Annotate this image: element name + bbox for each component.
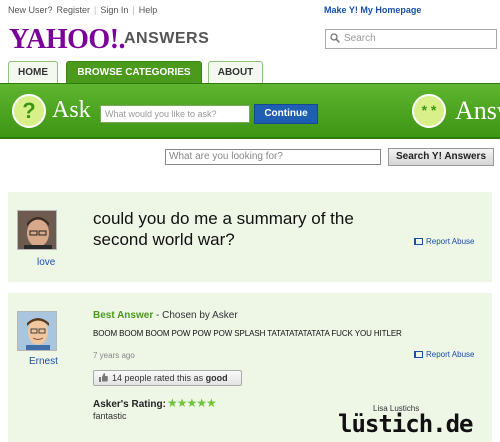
tab-about[interactable]: ABOUT bbox=[208, 61, 263, 83]
make-homepage-link[interactable]: Make Y! My Homepage bbox=[324, 5, 421, 15]
report-abuse-link[interactable]: Report Abuse bbox=[414, 237, 474, 246]
avatar[interactable] bbox=[17, 311, 57, 351]
tab-browse-categories[interactable]: BROWSE CATEGORIES bbox=[66, 61, 202, 83]
answerer-name-link[interactable]: Ernest bbox=[29, 356, 58, 367]
thumbs-up-icon bbox=[99, 373, 108, 382]
rating-button[interactable]: 14 people rated this as good bbox=[93, 370, 242, 386]
answer-label: Answ bbox=[455, 96, 500, 125]
top-search-placeholder: Search bbox=[344, 33, 376, 44]
search-answers-button[interactable]: Search Y! Answers bbox=[388, 148, 494, 166]
flag-icon bbox=[414, 238, 423, 245]
chosen-by-text: - Chosen by Asker bbox=[153, 310, 238, 321]
search-icon bbox=[330, 33, 340, 46]
best-answer-heading: Best Answer - Chosen by Asker bbox=[93, 310, 238, 321]
rated-value: good bbox=[205, 373, 228, 383]
report-abuse-link[interactable]: Report Abuse bbox=[414, 350, 474, 359]
rated-count-text: 14 people rated this as bbox=[112, 373, 206, 383]
askers-rating-label: Asker's Rating: bbox=[93, 399, 166, 410]
new-user-text: New User? bbox=[8, 5, 53, 15]
report-abuse-label: Report Abuse bbox=[426, 237, 475, 246]
avatar[interactable] bbox=[17, 210, 57, 250]
watermark-logo: lüstich.de bbox=[338, 410, 473, 438]
asker-photo bbox=[18, 211, 56, 249]
sign-in-link[interactable]: Sign In bbox=[100, 5, 128, 15]
ask-band: ? Ask What would you like to ask? Contin… bbox=[0, 83, 500, 139]
continue-button[interactable]: Continue bbox=[254, 104, 318, 124]
answer-text: BOOM BOOM BOOM POW POW POW SPLASH TATATA… bbox=[93, 329, 402, 338]
register-link[interactable]: Register bbox=[57, 5, 91, 15]
ask-input[interactable]: What would you like to ask? bbox=[100, 105, 250, 123]
top-search-input[interactable]: Search bbox=[325, 29, 497, 49]
answer-age: 7 years ago bbox=[93, 351, 135, 360]
tab-home[interactable]: HOME bbox=[8, 61, 58, 83]
question-smiley-icon: ? bbox=[12, 94, 46, 128]
answers-logo-text: ANSWERS bbox=[124, 30, 210, 47]
answers-search-input[interactable]: What are you looking for? bbox=[165, 149, 381, 165]
report-abuse-label: Report Abuse bbox=[426, 350, 475, 359]
rating-stars: ★★★★★ bbox=[167, 396, 217, 410]
answerer-avatar-image bbox=[18, 312, 56, 350]
ask-label: Ask bbox=[52, 97, 91, 123]
help-link[interactable]: Help bbox=[139, 5, 158, 15]
flag-icon bbox=[414, 351, 423, 358]
yahoo-logo[interactable]: YAHOO!. bbox=[9, 24, 126, 56]
best-answer-label: Best Answer bbox=[93, 310, 154, 321]
answer-smiley-icon: * * bbox=[412, 94, 446, 128]
asker-comment: fantastic bbox=[93, 411, 127, 421]
asker-name-link[interactable]: love bbox=[37, 257, 55, 268]
top-utility-bar: New User? Register | Sign In | Help Make Y! M… bbox=[8, 5, 422, 15]
question-title: could you do me a summary of the second … bbox=[93, 209, 354, 249]
